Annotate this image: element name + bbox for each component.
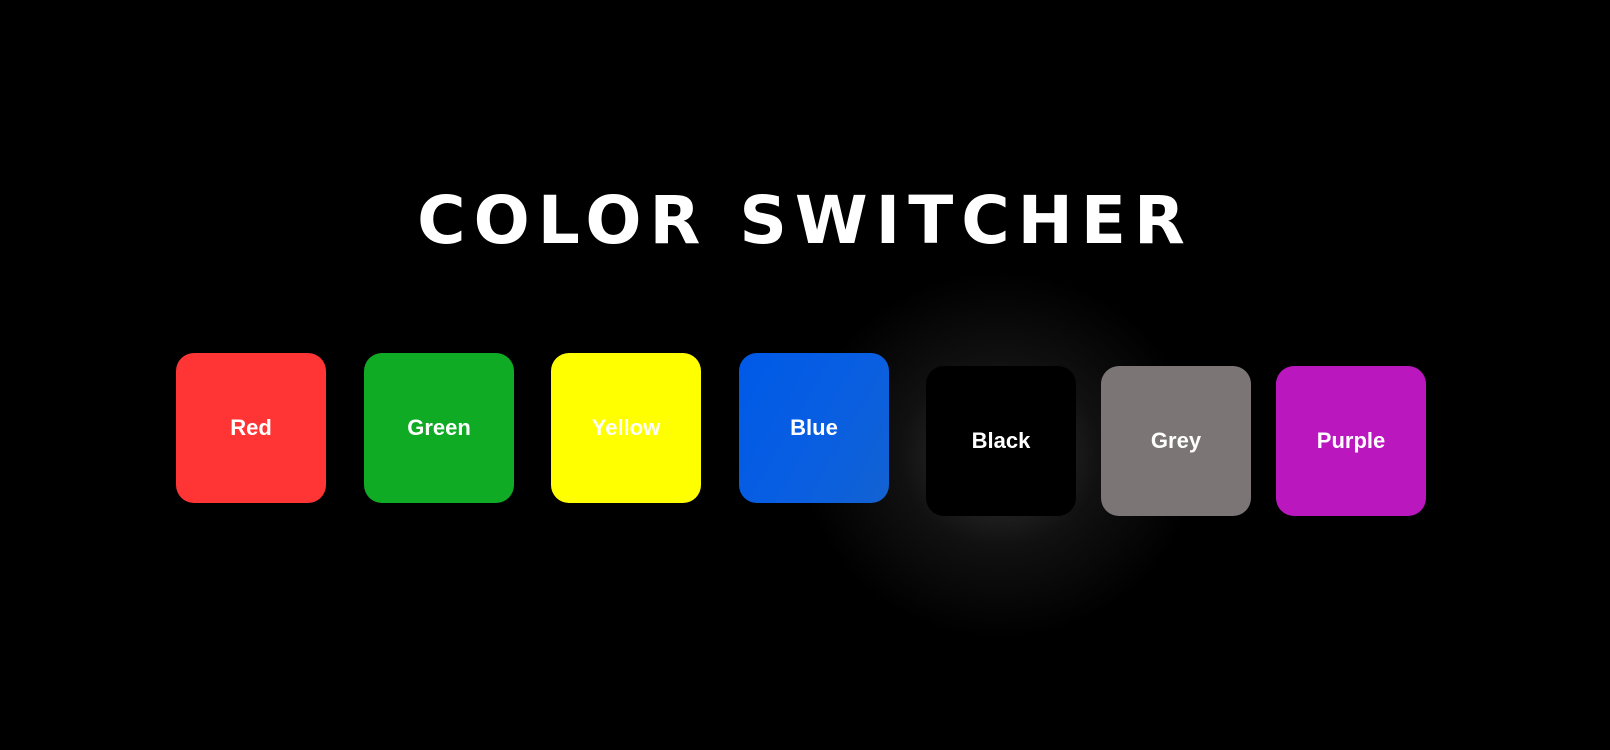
grey-swatch-button[interactable]: Grey [1101, 366, 1251, 516]
purple-swatch-button[interactable]: Purple [1276, 366, 1426, 516]
swatch-label: Black [971, 428, 1031, 453]
page-title: COLOR SWITCHER [417, 182, 1193, 259]
swatch-label: Purple [1316, 428, 1386, 453]
yellow-swatch-button[interactable]: Yellow [551, 353, 701, 503]
page: COLOR SWITCHER Red Green Yellow Blue Bla… [0, 0, 1610, 750]
swatch-label: Red [230, 415, 272, 440]
swatch-label: Blue [790, 415, 838, 440]
red-swatch-button[interactable]: Red [176, 353, 326, 503]
black-swatch-button[interactable]: Black [926, 366, 1076, 516]
blue-swatch-button[interactable]: Blue [739, 353, 889, 503]
swatch-label: Green [407, 415, 471, 440]
green-swatch-button[interactable]: Green [364, 353, 514, 503]
swatch-label: Grey [1150, 428, 1202, 453]
swatch-label: Yellow [591, 415, 661, 440]
